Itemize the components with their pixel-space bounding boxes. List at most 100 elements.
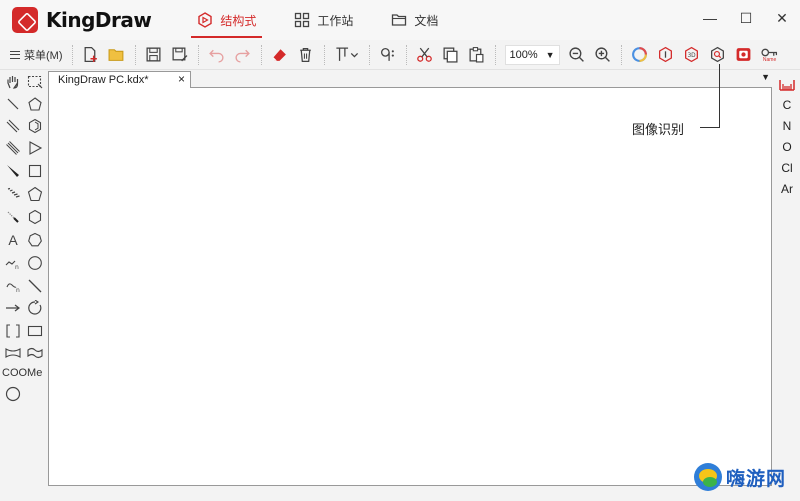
trash-icon (300, 48, 311, 63)
pan-tool[interactable] (3, 72, 23, 92)
square-ring-tool[interactable] (25, 161, 45, 181)
eraser-button[interactable] (269, 44, 291, 66)
element-oxygen[interactable]: O (776, 137, 798, 158)
tab-structure[interactable]: 结构式 (187, 0, 266, 40)
tab-documents[interactable]: 文档 (381, 0, 448, 40)
cut-button[interactable] (414, 44, 436, 66)
toolbar-divider (405, 44, 407, 65)
square-icon (28, 164, 42, 178)
svg-text:n: n (16, 287, 20, 294)
heptagon-ring-tool[interactable] (25, 230, 45, 250)
circular-arrow-tool[interactable] (25, 298, 45, 318)
chevron-down-icon: ▼ (545, 49, 555, 60)
open-file-button[interactable] (106, 44, 128, 66)
align-dropdown-button[interactable] (332, 44, 362, 66)
zoom-out-button[interactable] (566, 44, 588, 66)
undo-button[interactable] (206, 44, 228, 66)
element-chlorine[interactable]: Cl (776, 158, 798, 179)
color-button[interactable] (629, 44, 651, 66)
single-bond-tool[interactable] (3, 94, 23, 114)
tab-workstation[interactable]: 工作站 (284, 0, 363, 40)
triangle-ring-tool[interactable] (25, 138, 45, 158)
pentagon-ring-tool[interactable] (25, 94, 45, 114)
double-bond-tool[interactable] (3, 116, 23, 136)
curve-tool[interactable]: n (3, 276, 23, 296)
name-to-structure-button[interactable]: Name (759, 44, 781, 66)
document-tab[interactable]: KingDraw PC.kdx* × (48, 71, 191, 88)
toolbar-divider (368, 44, 370, 65)
close-icon: ✕ (776, 9, 788, 26)
zoom-select[interactable]: 100% ▼ (504, 44, 560, 65)
info-hexagon-icon (659, 46, 673, 63)
arrow-tool[interactable] (3, 298, 23, 318)
name-caption: Name (762, 56, 777, 63)
element-carbon[interactable]: C (776, 95, 798, 116)
wave-shape-icon (5, 348, 21, 358)
info-button[interactable] (655, 44, 677, 66)
element-nitrogen[interactable]: N (776, 116, 798, 137)
hashed-wedge-tool[interactable] (3, 184, 23, 204)
redo-button[interactable] (232, 44, 254, 66)
arrow-right-icon (6, 304, 20, 312)
image-recognition-icon (736, 48, 751, 61)
tab-structure-label: 结构式 (220, 13, 257, 28)
close-tab-icon[interactable]: × (178, 72, 185, 86)
menu-button[interactable]: 菜单(M) (6, 47, 67, 63)
select-tool[interactable] (25, 72, 45, 92)
tlc-plate-tool[interactable] (3, 343, 23, 363)
paste-button[interactable] (466, 44, 488, 66)
periodic-table-icon[interactable] (776, 75, 798, 95)
delete-button[interactable] (295, 44, 317, 66)
maximize-button[interactable]: ☐ (728, 0, 764, 36)
periodic-table-glyph (779, 80, 795, 91)
tab-workstation-label: 工作站 (317, 13, 354, 28)
pentagon-ring-tool-2[interactable] (25, 184, 45, 204)
minimize-icon: — (703, 10, 717, 26)
3d-view-button[interactable]: 3D (681, 44, 703, 66)
image-recognition-button[interactable] (733, 44, 755, 66)
bracket-tool[interactable] (3, 321, 23, 341)
banner-tool[interactable] (25, 343, 45, 363)
copy-button[interactable] (440, 44, 462, 66)
close-button[interactable]: ✕ (764, 0, 800, 36)
orbital-tool[interactable] (3, 384, 23, 404)
coome-group-tool[interactable]: COOMe (2, 367, 42, 379)
minimize-button[interactable]: — (692, 0, 728, 36)
octagon-ring-tool[interactable] (25, 253, 45, 273)
benzene-hexagon-icon (28, 118, 42, 134)
text-tool[interactable]: A (3, 230, 23, 250)
benzene-ring-tool[interactable] (25, 116, 45, 136)
wedge-bond-tool[interactable] (3, 161, 23, 181)
line-icon (28, 279, 42, 293)
pentagon-icon (28, 97, 42, 111)
element-argon[interactable]: Ar (776, 179, 798, 200)
rectangle-tool[interactable] (25, 321, 45, 341)
save-icon (146, 47, 161, 62)
chirality-button[interactable] (377, 44, 399, 66)
toolbar-divider (323, 44, 325, 65)
kingdraw-logo-icon (12, 7, 38, 33)
hexagon-ring-tool[interactable] (25, 207, 45, 227)
watermark-text: 嗨游网 (726, 468, 787, 490)
save-button[interactable] (143, 44, 165, 66)
chain-tool[interactable]: n (3, 253, 23, 273)
watermark-logo-icon (694, 463, 722, 491)
triple-bond-tool[interactable] (3, 138, 23, 158)
line-tool[interactable] (25, 276, 45, 296)
maximize-icon: ☐ (739, 9, 753, 26)
heptagon-icon (28, 232, 42, 247)
3d-icon: 3D (685, 46, 699, 63)
new-file-button[interactable] (80, 44, 102, 66)
drawing-canvas[interactable] (48, 88, 772, 486)
callout-line (700, 127, 720, 128)
main-tabs: 结构式 工作站 文档 (187, 0, 466, 40)
search-structure-button[interactable] (707, 44, 729, 66)
document-tab-bar: KingDraw PC.kdx* × ▼ (48, 71, 772, 88)
tab-list-dropdown-icon[interactable]: ▼ (761, 72, 770, 82)
toolbar-divider (260, 44, 262, 65)
bold-bond-tool[interactable] (3, 207, 23, 227)
banner-icon (27, 347, 43, 359)
zoom-in-button[interactable] (592, 44, 614, 66)
hexagon-structure-icon (198, 12, 213, 28)
save-as-button[interactable] (169, 44, 191, 66)
